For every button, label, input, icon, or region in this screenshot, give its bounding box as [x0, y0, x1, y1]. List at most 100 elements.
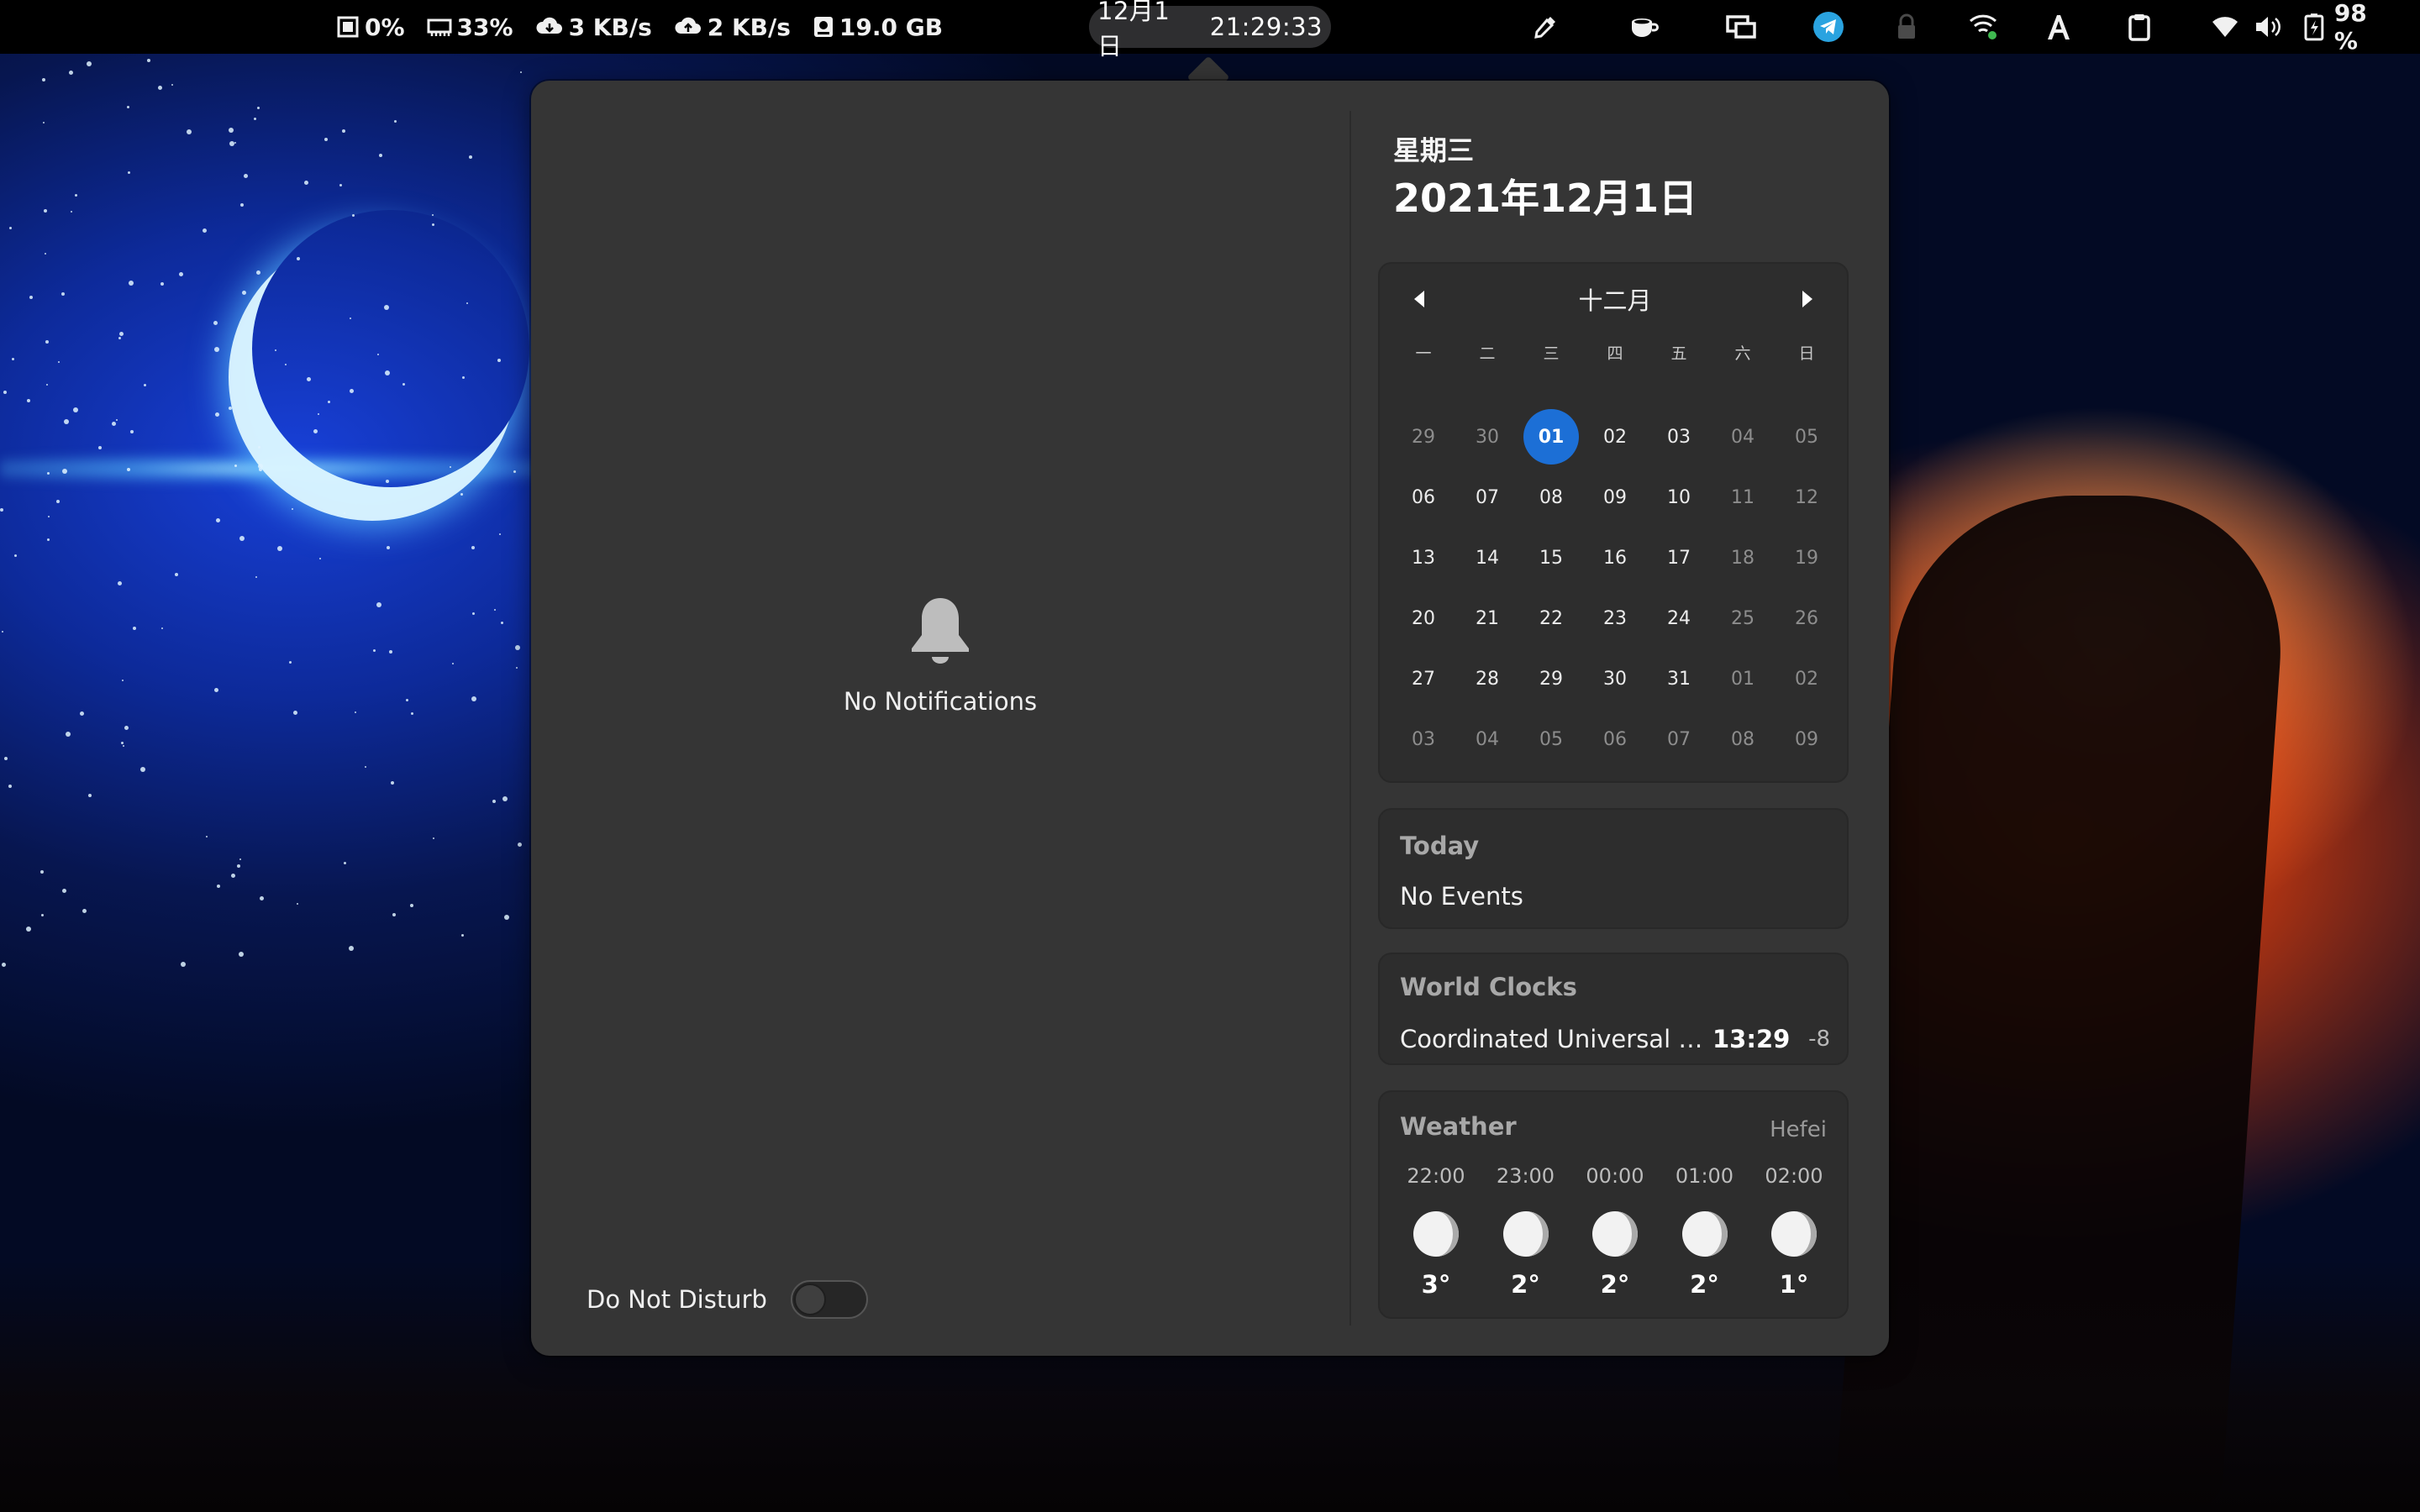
weather-location: Hefei	[1770, 1117, 1827, 1142]
star	[384, 305, 389, 310]
calendar-day[interactable]: 12	[1775, 467, 1839, 528]
star	[452, 663, 454, 664]
weather-section[interactable]: Weather Hefei 22:00 3° 23:00 2° 00:00 2° 01:00…	[1378, 1090, 1849, 1319]
telegram-button[interactable]	[1812, 0, 1845, 54]
moon-icon	[1681, 1211, 1728, 1257]
star	[376, 602, 381, 607]
calendar-header: 十二月	[1380, 282, 1850, 316]
color-picker-button[interactable]	[1528, 0, 1563, 54]
memory-monitor[interactable]: 33%	[427, 13, 513, 41]
do-not-disturb-row: Do Not Disturb	[587, 1280, 868, 1319]
upload-monitor[interactable]: 2 KB/s	[674, 13, 791, 41]
star	[175, 573, 178, 576]
next-month-button[interactable]	[1790, 282, 1823, 316]
calendar-day-number: 26	[1795, 607, 1818, 629]
star	[56, 500, 60, 503]
star	[203, 228, 207, 233]
calendar-day[interactable]: 30	[1583, 648, 1647, 709]
font-tool-button[interactable]	[2044, 0, 2074, 54]
calendar-day[interactable]: 03	[1392, 709, 1455, 769]
star	[349, 946, 354, 951]
caffeine-button[interactable]	[1625, 0, 1662, 54]
calendar-day[interactable]: 31	[1647, 648, 1711, 709]
calendar-day[interactable]: 07	[1647, 709, 1711, 769]
star	[392, 913, 396, 916]
calendar-day[interactable]: 24	[1647, 588, 1711, 648]
calendar-day[interactable]: 06	[1583, 709, 1647, 769]
star	[98, 446, 102, 449]
calendar-day[interactable]: 14	[1455, 528, 1519, 588]
calendar-day[interactable]: 05	[1519, 709, 1583, 769]
calendar-day[interactable]: 09	[1775, 709, 1839, 769]
calendar-day[interactable]: 19	[1775, 528, 1839, 588]
wifi-status[interactable]	[2208, 0, 2242, 54]
volume-status[interactable]	[2252, 0, 2286, 54]
do-not-disturb-toggle[interactable]	[790, 1280, 868, 1319]
moon-icon	[1413, 1211, 1459, 1257]
calendar-day[interactable]: 21	[1455, 588, 1519, 648]
calendar-day-number: 21	[1476, 607, 1499, 629]
star	[256, 270, 260, 275]
calendar-day[interactable]: 08	[1711, 709, 1775, 769]
star	[48, 516, 50, 517]
calendar-day[interactable]: 02	[1775, 648, 1839, 709]
calendar-day[interactable]: 22	[1519, 588, 1583, 648]
calendar-day[interactable]: 18	[1711, 528, 1775, 588]
star	[406, 699, 408, 701]
calendar-day[interactable]: 23	[1583, 588, 1647, 648]
calendar-day[interactable]: 30	[1455, 407, 1519, 467]
calendar-day[interactable]: 15	[1519, 528, 1583, 588]
calendar-day[interactable]: 27	[1392, 648, 1455, 709]
calendar-day[interactable]: 04	[1711, 407, 1775, 467]
system-monitor[interactable]: 0% 33% 3 KB/s 2 KB/s 19.0 GB	[336, 0, 965, 54]
world-clocks-section[interactable]: World Clocks Coordinated Universal Ti… 1…	[1378, 953, 1849, 1065]
calendar-day[interactable]: 07	[1455, 467, 1519, 528]
battery-status[interactable]: 98 %	[2304, 0, 2398, 55]
calendar-day[interactable]: 25	[1711, 588, 1775, 648]
events-section[interactable]: Today No Events	[1378, 808, 1849, 929]
calendar-day[interactable]: 05	[1775, 407, 1839, 467]
network-manager-button[interactable]	[1965, 0, 2002, 54]
calendar-day[interactable]: 01	[1711, 648, 1775, 709]
calendar-day-number: 13	[1412, 547, 1435, 569]
cpu-icon	[337, 16, 359, 38]
calendar-day[interactable]: 06	[1392, 467, 1455, 528]
lock-button[interactable]	[1892, 0, 1921, 54]
disk-monitor[interactable]: 19.0 GB	[813, 13, 943, 41]
full-date-label[interactable]: 2021年12月1日	[1393, 168, 1697, 223]
star	[324, 138, 328, 141]
disk-icon	[813, 17, 833, 37]
calendar-day[interactable]: 29	[1392, 407, 1455, 467]
world-clock-row: Coordinated Universal Ti… 13:29 -8	[1400, 1025, 1830, 1053]
star	[45, 340, 49, 344]
window-switcher-button[interactable]	[1723, 0, 1760, 54]
calendar-day[interactable]: 09	[1583, 467, 1647, 528]
calendar-day[interactable]: 17	[1647, 528, 1711, 588]
calendar-day[interactable]: 10	[1647, 467, 1711, 528]
download-monitor[interactable]: 3 KB/s	[535, 13, 652, 41]
weekday-label[interactable]: 星期三	[1393, 129, 1474, 168]
star	[342, 129, 345, 133]
star	[385, 370, 390, 375]
clipboard-button[interactable]	[2124, 0, 2154, 54]
calendar-day[interactable]: 29	[1519, 648, 1583, 709]
forecast-time: 00:00	[1586, 1164, 1644, 1188]
calendar-day-number: 30	[1603, 668, 1627, 690]
datetime-button[interactable]: 12月1日 21:29:33	[1089, 0, 1331, 60]
cpu-monitor[interactable]: 0%	[336, 13, 405, 41]
calendar-day[interactable]: 28	[1455, 648, 1519, 709]
calendar-day[interactable]: 11	[1711, 467, 1775, 528]
calendar-day-number: 08	[1731, 728, 1754, 750]
calendar-day[interactable]: 26	[1775, 588, 1839, 648]
calendar-day[interactable]: 02	[1583, 407, 1647, 467]
calendar-day[interactable]: 16	[1583, 528, 1647, 588]
calendar-day[interactable]: 13	[1392, 528, 1455, 588]
calendar-day-number: 28	[1476, 668, 1499, 690]
calendar-day[interactable]: 20	[1392, 588, 1455, 648]
calendar-day[interactable]: 03	[1647, 407, 1711, 467]
calendar-day[interactable]: 08	[1519, 467, 1583, 528]
calendar-day[interactable]: 04	[1455, 709, 1519, 769]
calendar-day-number: 15	[1539, 547, 1563, 569]
calendar-day-today[interactable]: 01	[1519, 407, 1583, 467]
forecast-item: 23:00 2°	[1481, 1164, 1570, 1299]
